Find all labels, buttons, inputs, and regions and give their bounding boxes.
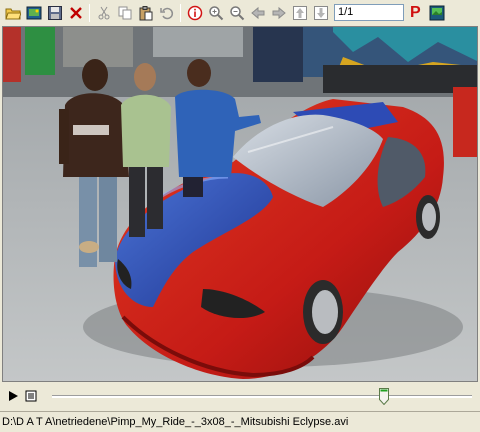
info-icon[interactable] xyxy=(184,2,205,23)
slideshow-icon[interactable] xyxy=(427,2,448,23)
status-bar-file-path: D:\D A T A\netriedene\Pimp_My_Ride_-_3x0… xyxy=(0,411,480,432)
p-icon[interactable]: P xyxy=(410,4,421,22)
video-frame[interactable] xyxy=(2,26,478,382)
close-icon[interactable] xyxy=(65,2,86,23)
open-image-icon[interactable] xyxy=(23,2,44,23)
save-icon[interactable] xyxy=(44,2,65,23)
seek-track xyxy=(52,395,472,398)
playlist-icon[interactable] xyxy=(22,387,40,405)
page-number-field[interactable]: 1/1 xyxy=(334,4,404,21)
page-down-icon[interactable] xyxy=(310,2,331,23)
forward-arrow-icon[interactable] xyxy=(268,2,289,23)
open-folder-icon[interactable] xyxy=(2,2,23,23)
paste-icon[interactable] xyxy=(135,2,156,23)
back-arrow-icon[interactable] xyxy=(247,2,268,23)
seek-bar[interactable] xyxy=(52,387,472,406)
zoom-in-icon[interactable] xyxy=(205,2,226,23)
copy-icon[interactable] xyxy=(114,2,135,23)
page-up-icon[interactable] xyxy=(289,2,310,23)
seek-thumb[interactable] xyxy=(378,388,389,406)
play-icon[interactable] xyxy=(4,387,22,405)
player-controls xyxy=(0,384,480,408)
undo-icon[interactable] xyxy=(156,2,177,23)
toolbar-separator xyxy=(180,3,181,22)
video-image xyxy=(3,27,477,381)
zoom-out-icon[interactable] xyxy=(226,2,247,23)
toolbar-separator xyxy=(89,3,90,22)
cut-icon[interactable] xyxy=(93,2,114,23)
toolbar: 1/1 P xyxy=(0,0,480,25)
